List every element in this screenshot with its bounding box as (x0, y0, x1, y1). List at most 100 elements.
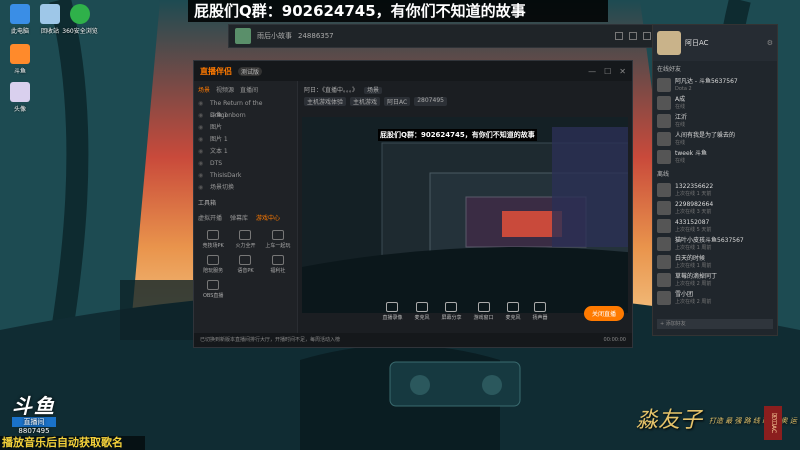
douyu-logo: 斗鱼 直播间 8807495 (12, 390, 56, 435)
scene-item[interactable]: 场景切换 (194, 182, 297, 194)
broadcaster-name: 阿日：《直播中。。。》 (304, 87, 359, 94)
friend-text: A成 在线 (675, 96, 685, 110)
toolbar-button[interactable]: 扬声器 (533, 301, 548, 321)
preview-header: 阿日：《直播中。。。》 场景 主机游戏体验 主机游戏 阿日AC 2807495 (298, 81, 632, 109)
friend-status: 在线 (675, 158, 686, 164)
scene-item[interactable]: 图片 (194, 122, 297, 134)
tab-danmaku[interactable]: 弹幕库 (230, 213, 248, 222)
friend-avatar (657, 183, 671, 197)
toolbar-button[interactable]: 麦克风 (414, 301, 430, 321)
tab-sources[interactable]: 视频源 (216, 85, 234, 94)
friend-list-item[interactable]: 人间有我是为了躲去的 在线 (653, 130, 777, 148)
tool-icon (207, 230, 220, 240)
tool-button[interactable]: OBS直播 (198, 280, 228, 299)
toolbar-icon (386, 301, 399, 312)
friend-list-item[interactable]: 猫叶小皮孩斗鱼5637567 上次在线 1 周前 (653, 235, 777, 253)
minimize-icon[interactable] (615, 32, 623, 40)
close-icon[interactable]: ✕ (619, 67, 626, 76)
toolbar-icon (507, 301, 520, 312)
tag-row: 主机游戏体验 主机游戏 阿日AC 2807495 (304, 97, 626, 106)
go-live-button[interactable]: 关闭直播 (583, 306, 624, 321)
app-icon-1[interactable]: 斗鱼 (2, 44, 38, 75)
friends-section-online: 在线好友 (657, 66, 682, 73)
friend-avatar (657, 237, 671, 251)
maximize-icon[interactable] (629, 32, 637, 40)
scene-tabs: 场景 视频源 直播间 (194, 81, 297, 98)
toolbar-label: 麦克风 (505, 314, 521, 321)
brand-text: 斗鱼 (12, 394, 56, 418)
scene-tag[interactable]: 场景 (363, 87, 382, 94)
stream-tag: 2807495 (414, 97, 447, 106)
tool-icon (239, 255, 252, 265)
friend-list-item[interactable]: 白天的时候 上次在线 1 周前 (653, 253, 777, 271)
tab-game-center[interactable]: 游戏中心 (256, 213, 280, 222)
toolbar-icon (445, 301, 458, 312)
friend-name: 433152087 (675, 219, 710, 226)
toolbar-icon (415, 301, 428, 312)
tab-room[interactable]: 直播间 (240, 85, 258, 94)
friend-list-item[interactable]: 1322356622 上次在线 1 天前 (653, 181, 777, 199)
tool-label: 火力全开 (235, 243, 256, 249)
tool-icon (207, 255, 220, 265)
friend-avatar (657, 78, 671, 92)
friend-text: 433152087 上次在线 5 天前 (675, 219, 711, 233)
friend-text: 人间有我是为了躲去的 在线 (675, 132, 735, 146)
add-friend-input[interactable]: + 添加好友 (657, 319, 773, 329)
friend-status: 上次在线 2 周前 (675, 281, 712, 287)
scene-item[interactable]: ThisIsDark (194, 170, 297, 182)
friend-list-item[interactable]: 雪小团 上次在线 2 周前 (653, 289, 777, 307)
minimize-icon[interactable]: — (588, 67, 596, 76)
friend-name: A成 (675, 96, 686, 103)
friend-list-item[interactable]: 阿凡达 - 斗鱼5637567 Dota 2 (653, 76, 777, 94)
browser-icon[interactable]: 360安全浏览 (62, 4, 98, 35)
maximize-icon[interactable]: ☐ (604, 67, 611, 76)
friend-status: 上次在线 5 天前 (675, 227, 712, 233)
toolbar-button[interactable]: 直播录像 (382, 301, 402, 321)
stream-preview[interactable]: 屁股们Q群：902624745，有你们不知道的故事 (302, 117, 628, 313)
friend-list-item[interactable]: 江沂 在线 (653, 112, 777, 130)
tool-button[interactable]: 语音PK (230, 255, 260, 274)
room-avatar (235, 28, 251, 44)
friend-list-item[interactable]: A成 在线 (653, 94, 777, 112)
tool-icon (239, 230, 252, 240)
scene-item[interactable]: 图片 1 (194, 134, 297, 146)
friend-text: 江沂 在线 (675, 114, 687, 128)
preview-recursive-image (302, 117, 628, 313)
tool-label: 福利社 (270, 268, 286, 274)
friend-list-item[interactable]: 草莓的滴掉同丁 上次在线 2 周前 (653, 271, 777, 289)
friend-list-item[interactable]: 433152087 上次在线 5 天前 (653, 217, 777, 235)
app-icon-2[interactable]: 头像 (2, 82, 38, 113)
settings-gear-icon[interactable]: ⚙ (767, 39, 773, 47)
tool-label: 竞技场PK (202, 243, 224, 249)
tab-scenes[interactable]: 场景 (198, 85, 210, 94)
scene-panel: 场景 视频源 直播间 The Return of the Dragonborn斗… (194, 81, 298, 333)
computer-glyph-icon (10, 4, 30, 24)
friend-list-item[interactable]: 2298982664 上次在线 3 天前 (653, 199, 777, 217)
tool-button[interactable]: 福利社 (263, 255, 293, 274)
room-title: 雨后小故事 (257, 32, 292, 40)
toolbar-button[interactable]: 游戏窗口 (474, 301, 494, 321)
friend-avatar (657, 114, 671, 128)
tab-virtual[interactable]: 虚拟开播 (198, 213, 222, 222)
scene-item[interactable]: DTS (194, 158, 297, 170)
toolbar-label: 麦克风 (414, 314, 430, 321)
room-window-titlebar[interactable]: 雨后小故事 24886357 (228, 24, 658, 48)
friend-list-item[interactable]: tweek 斗鱼 在线 (653, 148, 777, 166)
tool-button[interactable]: 火力全开 (230, 230, 260, 249)
scene-item[interactable]: The Return of the Dragonborn (194, 98, 297, 119)
tool-button[interactable]: 竞技场PK (198, 230, 228, 249)
friend-avatar (657, 96, 671, 110)
friend-avatar (657, 291, 671, 305)
toolbar-button[interactable]: 屏幕分享 (441, 301, 462, 321)
friend-text: 草莓的滴掉同丁 上次在线 2 周前 (675, 273, 717, 287)
friend-status: 上次在线 2 周前 (675, 299, 712, 305)
friends-username: 阿日AC (685, 39, 709, 47)
scene-item[interactable]: 文本 1 (194, 146, 297, 158)
tool-button[interactable]: 陪玩服务 (198, 255, 228, 274)
tool-button[interactable]: 上车一起玩 (263, 230, 293, 249)
toolbar-button[interactable]: 麦克风 (505, 301, 521, 321)
user-avatar[interactable] (657, 31, 681, 55)
friend-status: 在线 (675, 122, 686, 128)
scene-item[interactable]: 斗鱼 1 (194, 110, 297, 122)
close-icon[interactable] (643, 32, 651, 40)
